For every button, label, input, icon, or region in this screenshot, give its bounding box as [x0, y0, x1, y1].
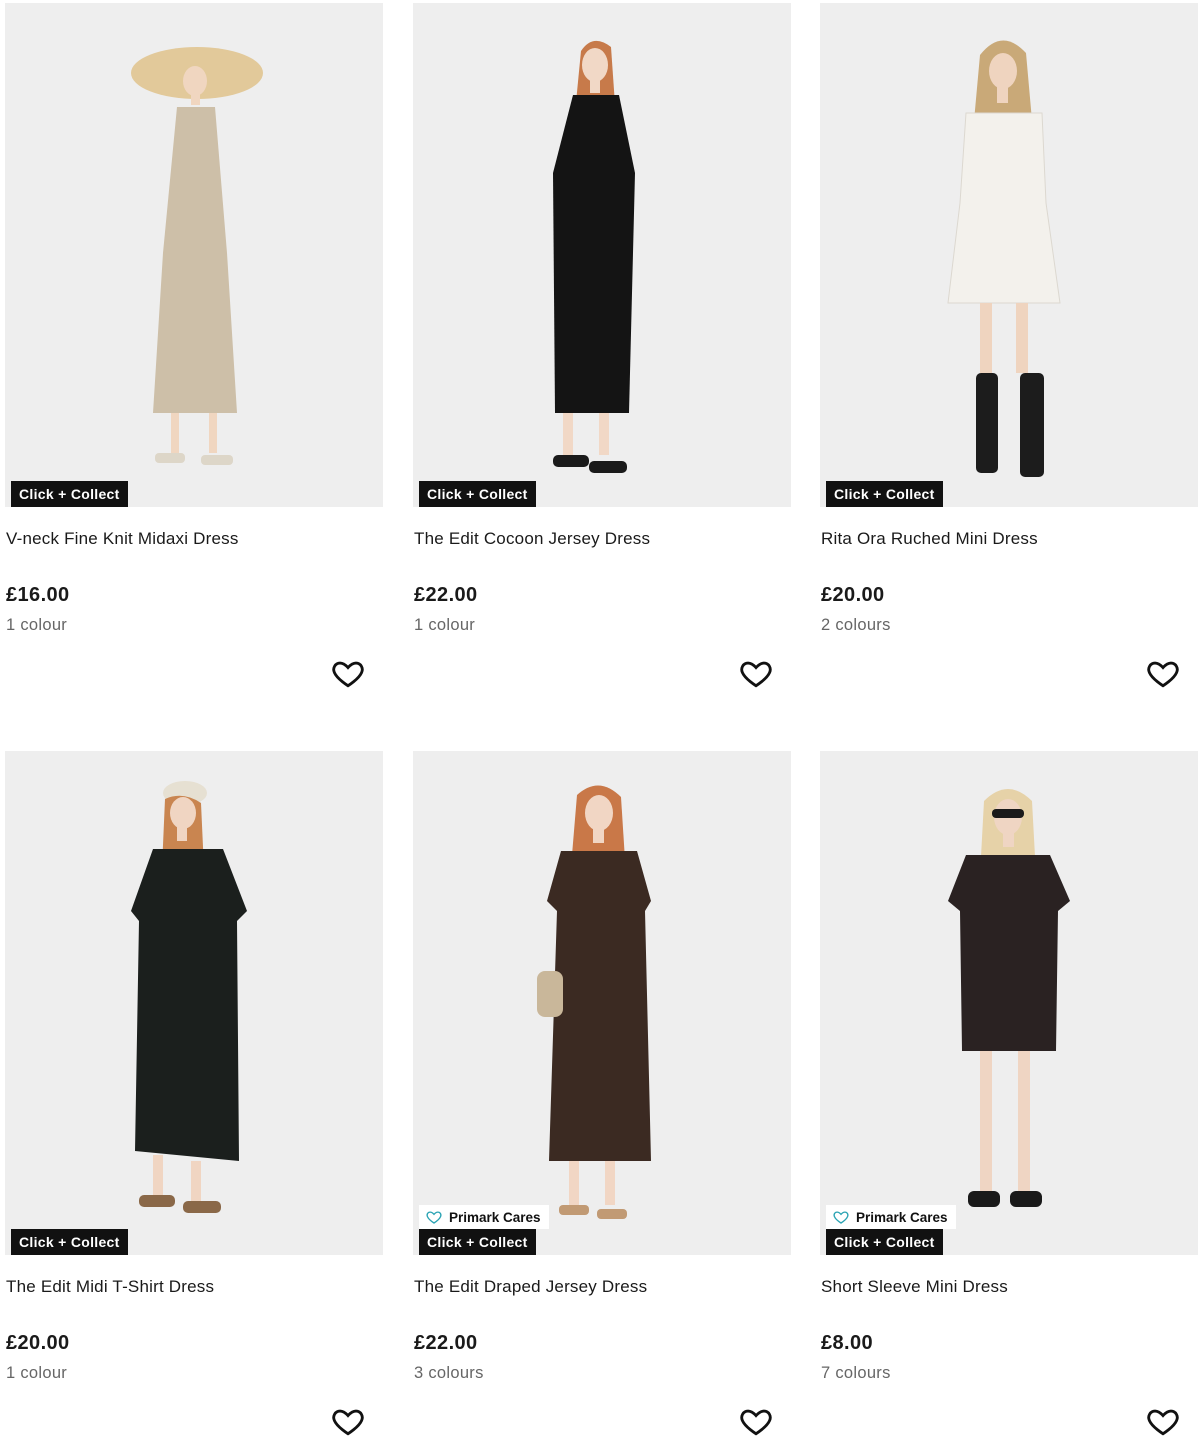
model-figure — [131, 47, 263, 465]
product-colours: 2 colours — [821, 616, 891, 634]
wishlist-heart-icon[interactable] — [331, 1404, 365, 1438]
product-price: £20.00 — [821, 584, 885, 606]
model-figure — [948, 789, 1070, 1207]
click-collect-badge: Click + Collect — [826, 481, 943, 507]
model-figure — [947, 40, 1061, 477]
product-image[interactable]: Click + Collect — [5, 3, 383, 507]
click-collect-badge: Click + Collect — [11, 481, 128, 507]
product-card[interactable]: Click + Collect V-neck Fine Knit Midaxi … — [5, 3, 383, 688]
click-collect-badge: Click + Collect — [11, 1229, 128, 1255]
wishlist-heart-icon[interactable] — [1146, 1404, 1180, 1438]
click-collect-badge: Click + Collect — [419, 481, 536, 507]
product-name[interactable]: V-neck Fine Knit Midaxi Dress — [6, 529, 239, 549]
product-name[interactable]: The Edit Draped Jersey Dress — [414, 1277, 647, 1297]
wishlist-heart-icon[interactable] — [739, 1404, 773, 1438]
model-figure — [537, 785, 651, 1219]
click-collect-badge: Click + Collect — [419, 1229, 536, 1255]
wishlist-heart-icon[interactable] — [1146, 656, 1180, 690]
product-card[interactable]: Click + Collect The Edit Cocoon Jersey D… — [413, 3, 791, 688]
model-figure — [553, 40, 635, 473]
heart-leaf-icon — [426, 1211, 442, 1224]
heart-leaf-icon — [833, 1211, 849, 1224]
model-figure — [131, 781, 247, 1213]
product-image[interactable]: Click + Collect — [413, 3, 791, 507]
primark-cares-badge: Primark Cares — [419, 1205, 549, 1229]
product-price: £22.00 — [414, 584, 478, 606]
product-colours: 7 colours — [821, 1364, 891, 1382]
primark-cares-label: Primark Cares — [449, 1209, 541, 1225]
product-price: £20.00 — [6, 1332, 70, 1354]
product-card[interactable]: Primark Cares Click + Collect The Edit D… — [413, 751, 791, 1436]
wishlist-heart-icon[interactable] — [331, 656, 365, 690]
product-image[interactable]: Click + Collect — [820, 3, 1198, 507]
product-image[interactable]: Click + Collect — [5, 751, 383, 1255]
click-collect-badge: Click + Collect — [826, 1229, 943, 1255]
product-name[interactable]: The Edit Cocoon Jersey Dress — [414, 529, 650, 549]
sunglasses-icon — [992, 809, 1024, 818]
product-image[interactable]: Primark Cares Click + Collect — [820, 751, 1198, 1255]
primark-cares-label: Primark Cares — [856, 1209, 948, 1225]
product-price: £22.00 — [414, 1332, 478, 1354]
primark-cares-badge: Primark Cares — [826, 1205, 956, 1229]
product-name[interactable]: The Edit Midi T-Shirt Dress — [6, 1277, 214, 1297]
clutch-bag-icon — [537, 971, 563, 1017]
product-card[interactable]: Click + Collect The Edit Midi T-Shirt Dr… — [5, 751, 383, 1436]
product-card[interactable]: Click + Collect Rita Ora Ruched Mini Dre… — [820, 3, 1198, 688]
product-card[interactable]: Primark Cares Click + Collect Short Slee… — [820, 751, 1198, 1436]
product-price: £16.00 — [6, 584, 70, 606]
product-image[interactable]: Primark Cares Click + Collect — [413, 751, 791, 1255]
product-colours: 1 colour — [414, 616, 476, 634]
product-name[interactable]: Short Sleeve Mini Dress — [821, 1277, 1008, 1297]
product-price: £8.00 — [821, 1332, 874, 1354]
product-colours: 3 colours — [414, 1364, 484, 1382]
wishlist-heart-icon[interactable] — [739, 656, 773, 690]
product-name[interactable]: Rita Ora Ruched Mini Dress — [821, 529, 1038, 549]
product-colours: 1 colour — [6, 616, 68, 634]
product-colours: 1 colour — [6, 1364, 68, 1382]
